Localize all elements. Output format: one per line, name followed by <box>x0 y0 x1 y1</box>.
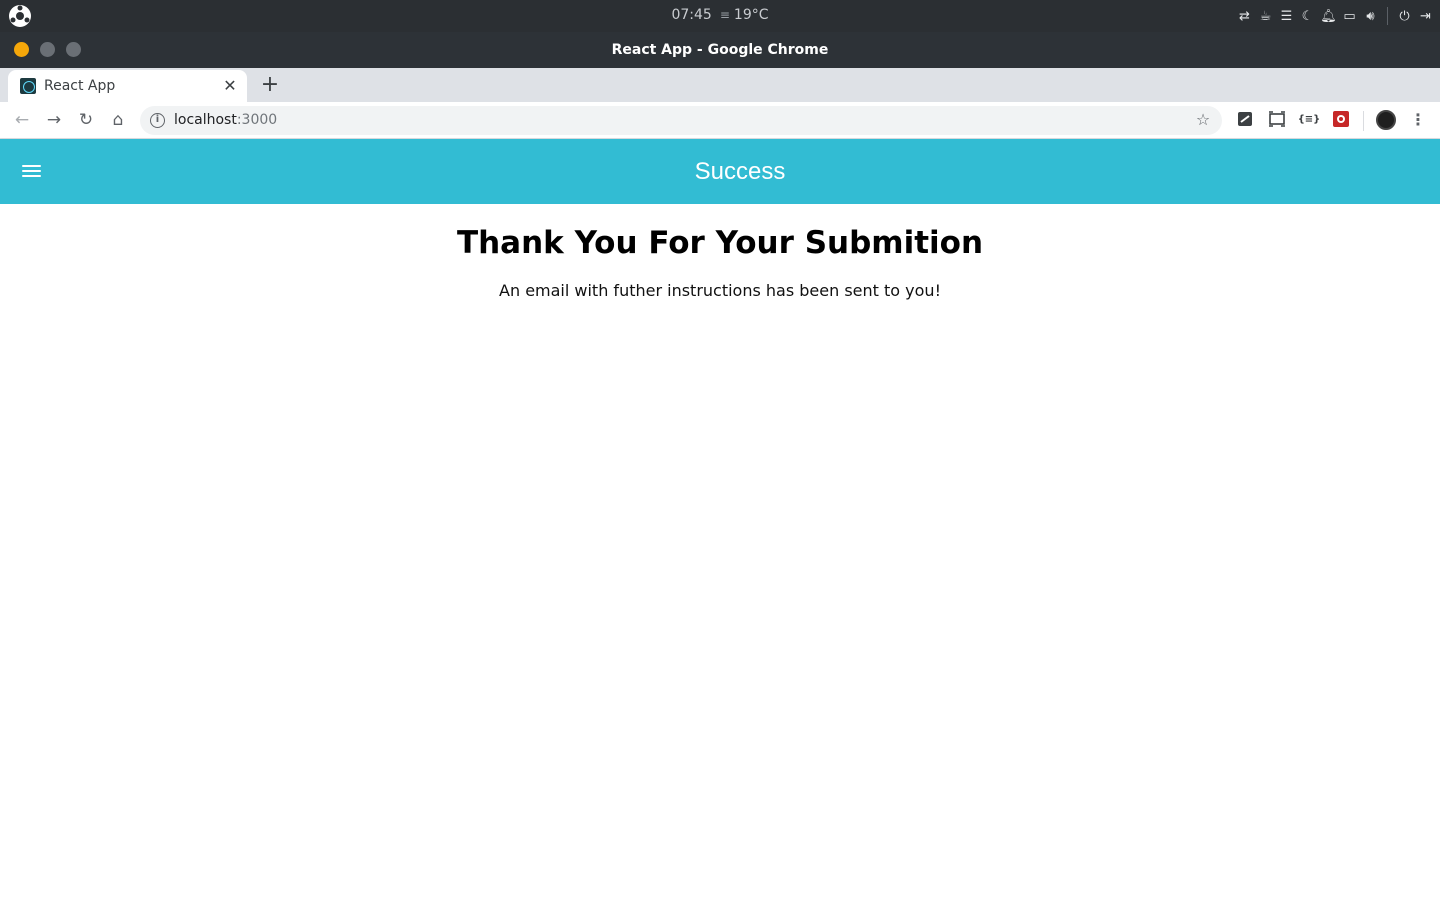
url-text[interactable]: localhost:3000 <box>174 106 277 135</box>
list-icon[interactable]: ☰ <box>1276 0 1297 32</box>
window-title: React App - Google Chrome <box>611 42 829 58</box>
url-port: :3000 <box>236 112 278 128</box>
home-button[interactable]: ⌂ <box>106 108 130 132</box>
tab-close-icon[interactable]: ✕ <box>221 77 239 95</box>
folder-icon[interactable]: ▭ <box>1339 0 1360 32</box>
address-bar[interactable]: i localhost:3000 ☆ <box>140 106 1222 135</box>
toolbar-divider <box>1363 111 1364 131</box>
url-host: localhost <box>174 112 237 128</box>
tray-divider <box>1387 7 1388 25</box>
power-icon[interactable]: ⏻ <box>1394 0 1415 32</box>
moon-icon[interactable]: ☾ <box>1297 0 1318 32</box>
tab-title: React App <box>44 78 116 94</box>
profile-avatar[interactable] <box>1376 110 1396 130</box>
bell-icon[interactable]: 🔔︎ <box>1318 0 1339 32</box>
os-temperature[interactable]: 19°C <box>734 7 769 23</box>
page-title: Thank You For Your Submition <box>456 225 984 261</box>
json-extension-icon[interactable]: {≡} <box>1298 110 1321 128</box>
react-favicon-icon <box>20 78 36 94</box>
red-extension-icon[interactable] <box>1332 110 1350 128</box>
fog-icon: ≡ <box>719 8 730 22</box>
app-header: Success <box>0 139 1440 204</box>
confirmation-message: An email with futher instructions has be… <box>499 281 941 300</box>
chrome-menu-icon[interactable]: ⋮ <box>1408 108 1428 132</box>
back-button[interactable]: ← <box>10 108 34 132</box>
coffee-icon[interactable]: ☕ <box>1255 0 1276 32</box>
browser-toolbar: ← → ↻ ⌂ i localhost:3000 ☆ {≡} ⋮ <box>0 102 1440 139</box>
window-titlebar: React App - Google Chrome <box>0 32 1440 68</box>
screenshot-extension-icon[interactable] <box>1268 110 1286 128</box>
os-clock[interactable]: 07:45 <box>671 7 711 23</box>
system-tray: ⇄ ☕ ☰ ☾ 🔔︎ ▭ 🔊︎ ⏻ ⇥ <box>1234 0 1436 32</box>
share-icon[interactable]: ⇄ <box>1234 0 1255 32</box>
new-tab-button[interactable]: + <box>258 73 282 97</box>
forward-button[interactable]: → <box>42 108 66 132</box>
exit-icon[interactable]: ⇥ <box>1415 0 1436 32</box>
os-clock-area: 07:45 ≡ 19°C <box>0 0 1440 32</box>
os-top-bar: 07:45 ≡ 19°C ⇄ ☕ ☰ ☾ 🔔︎ ▭ 🔊︎ ⏻ ⇥ <box>0 0 1440 32</box>
info-icon[interactable]: i <box>150 113 165 128</box>
tab-react-app[interactable]: React App ✕ <box>8 70 247 102</box>
main-content: Thank You For Your Submition An email wi… <box>0 204 1440 900</box>
volume-icon[interactable]: 🔊︎ <box>1360 0 1381 32</box>
pdf-extension-icon[interactable] <box>1236 110 1254 128</box>
reload-button[interactable]: ↻ <box>74 108 98 132</box>
bookmark-star-icon[interactable]: ☆ <box>1192 109 1214 131</box>
header-title: Success <box>694 158 786 185</box>
tab-strip: React App ✕ + <box>0 68 1440 102</box>
os-menu-icon[interactable] <box>8 4 32 28</box>
